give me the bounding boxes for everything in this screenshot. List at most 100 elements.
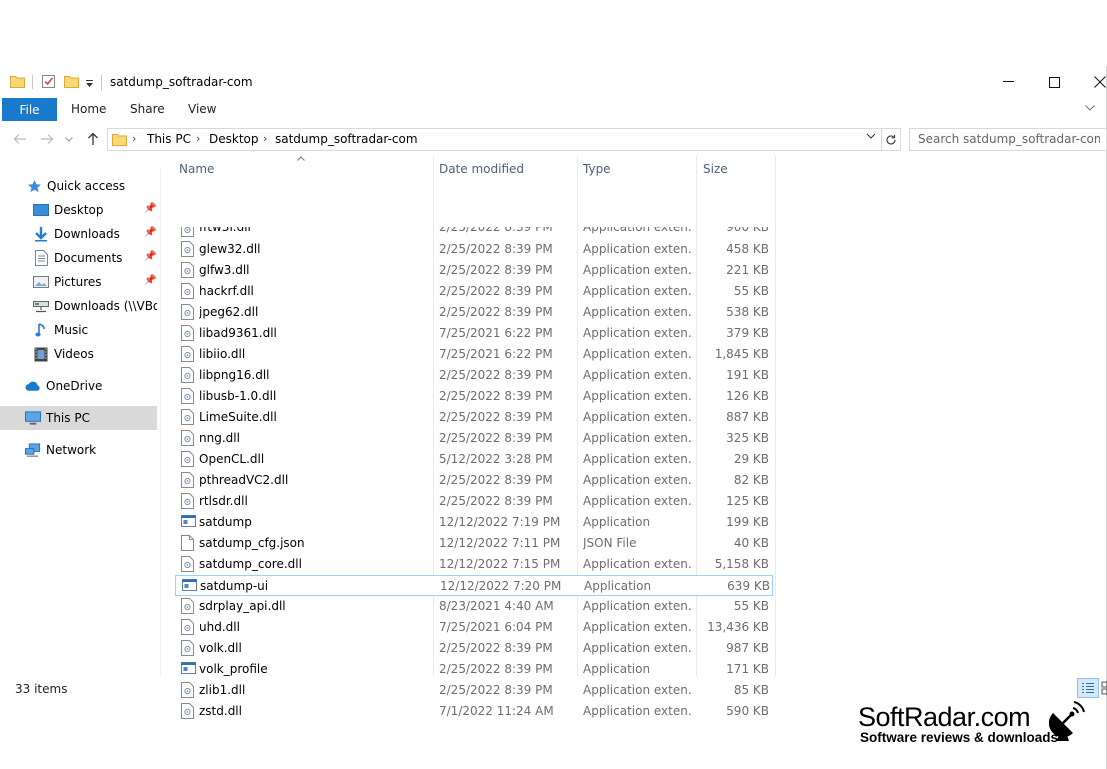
tab-file[interactable]: File — [2, 98, 57, 121]
nav-item-videos[interactable]: Videos — [0, 342, 157, 366]
file-name: libpng16.dll — [199, 368, 270, 382]
file-row[interactable]: uhd.dll 7/25/2021 6:04 PM Application exte… — [175, 617, 773, 638]
file-row[interactable]: satdump_core.dll 12/12/2022 7:15 PM Applic… — [175, 554, 773, 575]
file-type: Application exten... — [583, 641, 693, 655]
nav-item-quick-access[interactable]: Quick access — [0, 174, 157, 198]
file-row[interactable]: zlib1.dll 2/25/2022 8:39 PM Application ex… — [175, 680, 773, 701]
search-box[interactable] — [909, 128, 1107, 151]
file-row[interactable]: volk_profile 2/25/2022 8:39 PM Application… — [175, 659, 773, 680]
dll-file-icon — [181, 367, 194, 383]
file-type: Application exten... — [583, 473, 693, 487]
address-history-button[interactable] — [866, 128, 876, 147]
refresh-button[interactable] — [881, 128, 901, 151]
file-date: 2/25/2022 8:39 PM — [439, 284, 553, 298]
nav-item-this-pc[interactable]: This PC — [0, 406, 157, 430]
breadcrumb-desktop[interactable]: Desktop — [209, 132, 259, 146]
nav-item-onedrive[interactable]: OneDrive — [0, 374, 157, 398]
chevron-right-icon[interactable]: › — [132, 132, 136, 145]
column-header-name[interactable]: Name — [175, 156, 433, 181]
tab-share[interactable]: Share — [130, 102, 165, 116]
details-view-button[interactable] — [1077, 678, 1099, 698]
file-type: Application exten... — [583, 368, 693, 382]
column-header-date[interactable]: Date modified — [435, 156, 577, 181]
recent-locations-button[interactable] — [60, 129, 78, 149]
large-icons-view-button[interactable] — [1101, 678, 1107, 698]
breadcrumb-this-pc[interactable]: This PC — [147, 132, 191, 146]
pin-icon[interactable]: 📌 — [144, 203, 156, 214]
watermark-tagline: Software reviews & downloads — [860, 730, 1059, 745]
file-row[interactable]: libad9361.dll 7/25/2021 6:22 PM Applicatio… — [175, 323, 773, 344]
file-row[interactable]: glew32.dll 2/25/2022 8:39 PM Application e… — [175, 239, 773, 260]
file-date: 2/25/2022 8:39 PM — [439, 227, 553, 234]
nav-item-downloads[interactable]: Downloads 📌 — [0, 222, 157, 246]
minimize-button[interactable] — [985, 66, 1031, 98]
address-row: › This PC › Desktop › satdump_softradar-… — [0, 125, 1107, 155]
column-header-size[interactable]: Size — [699, 156, 775, 181]
column-header-type[interactable]: Type — [579, 156, 695, 181]
up-button[interactable] — [84, 129, 102, 149]
file-type: Application exten... — [583, 452, 693, 466]
file-row[interactable]: volk.dll 2/25/2022 8:39 PM Application ext… — [175, 638, 773, 659]
properties-icon[interactable] — [41, 74, 56, 92]
file-size: 900 KB — [726, 227, 769, 234]
file-row[interactable]: hackrf.dll 2/25/2022 8:39 PM Application e… — [175, 281, 773, 302]
nav-item-network[interactable]: Network — [0, 438, 157, 462]
nav-item-music[interactable]: Music — [0, 318, 157, 342]
file-row[interactable]: LimeSuite.dll 2/25/2022 8:39 PM Applicatio… — [175, 407, 773, 428]
file-row[interactable]: satdump 12/12/2022 7:19 PM Application 199 … — [175, 512, 773, 533]
nav-item-pictures[interactable]: Pictures 📌 — [0, 270, 157, 294]
watermark-brand: SoftRadar.com — [858, 702, 1031, 732]
application-icon — [182, 578, 197, 594]
nav-item-desktop[interactable]: Desktop 📌 — [0, 198, 157, 222]
file-row[interactable]: libusb-1.0.dll 2/25/2022 8:39 PM Applicati… — [175, 386, 773, 407]
file-row[interactable]: satdump_cfg.json 12/12/2022 7:11 PM JSON F… — [175, 533, 773, 554]
pin-icon[interactable]: 📌 — [144, 227, 156, 238]
file-name: fftw3f.dll — [199, 227, 251, 234]
file-row[interactable]: libiio.dll 7/25/2021 6:22 PM Application e… — [175, 344, 773, 365]
pictures-icon — [33, 274, 49, 290]
search-input[interactable] — [910, 129, 1100, 149]
file-row[interactable]: nng.dll 2/25/2022 8:39 PM Application exte… — [175, 428, 773, 449]
maximize-button[interactable] — [1031, 66, 1077, 98]
expand-ribbon-button[interactable] — [1085, 101, 1095, 114]
file-row[interactable]: OpenCL.dll 5/12/2022 3:28 PM Application e… — [175, 449, 773, 470]
new-folder-icon[interactable] — [64, 74, 79, 91]
file-row[interactable]: satdump-ui 12/12/2022 7:20 PM Application 6… — [175, 575, 773, 596]
breadcrumb-current-folder[interactable]: satdump_softradar-com — [275, 132, 418, 146]
tab-home[interactable]: Home — [71, 102, 106, 116]
dll-file-icon — [181, 640, 194, 656]
file-row[interactable]: libpng16.dll 2/25/2022 8:39 PM Application… — [175, 365, 773, 386]
close-button[interactable] — [1077, 66, 1107, 98]
file-name: OpenCL.dll — [199, 452, 265, 466]
application-icon — [181, 661, 196, 677]
file-type: Application exten... — [583, 683, 693, 697]
customize-dropdown-icon[interactable] — [85, 77, 94, 91]
file-size: 5,158 KB — [714, 557, 769, 571]
back-button[interactable] — [11, 129, 29, 149]
nav-item-documents[interactable]: Documents 📌 — [0, 246, 157, 270]
pin-icon[interactable]: 📌 — [144, 275, 156, 286]
file-row[interactable]: sdrplay_api.dll 8/23/2021 4:40 AM Applicat… — [175, 596, 773, 617]
file-row[interactable]: zstd.dll 7/1/2022 11:24 AM Application ext… — [175, 701, 773, 722]
file-date: 2/25/2022 8:39 PM — [439, 263, 553, 277]
file-size: 1,845 KB — [714, 347, 769, 361]
pin-icon[interactable]: 📌 — [144, 251, 156, 262]
file-size: 221 KB — [726, 263, 769, 277]
file-row[interactable]: rtlsdr.dll 2/25/2022 8:39 PM Application e… — [175, 491, 773, 512]
tab-view[interactable]: View — [188, 102, 216, 116]
file-size: 191 KB — [726, 368, 769, 382]
file-row[interactable]: glfw3.dll 2/25/2022 8:39 PM Application ex… — [175, 260, 773, 281]
address-bar[interactable]: › This PC › Desktop › satdump_softradar-… — [107, 128, 882, 151]
forward-button[interactable] — [38, 129, 56, 149]
pane-divider[interactable] — [160, 168, 161, 676]
chevron-right-icon[interactable]: › — [196, 132, 200, 145]
file-name: uhd.dll — [199, 620, 240, 634]
column-divider[interactable] — [775, 156, 776, 676]
nav-item-network-downloads[interactable]: Downloads (\\VBox — [0, 294, 157, 318]
title-separator — [101, 75, 102, 91]
divider-icon — [32, 75, 34, 92]
file-row[interactable]: pthreadVC2.dll 2/25/2022 8:39 PM Applicati… — [175, 470, 773, 491]
file-row[interactable]: fftw3f.dll 2/25/2022 8:39 PM Application e… — [175, 227, 773, 239]
chevron-right-icon[interactable]: › — [263, 132, 267, 145]
file-row[interactable]: jpeg62.dll 2/25/2022 8:39 PM Application e… — [175, 302, 773, 323]
